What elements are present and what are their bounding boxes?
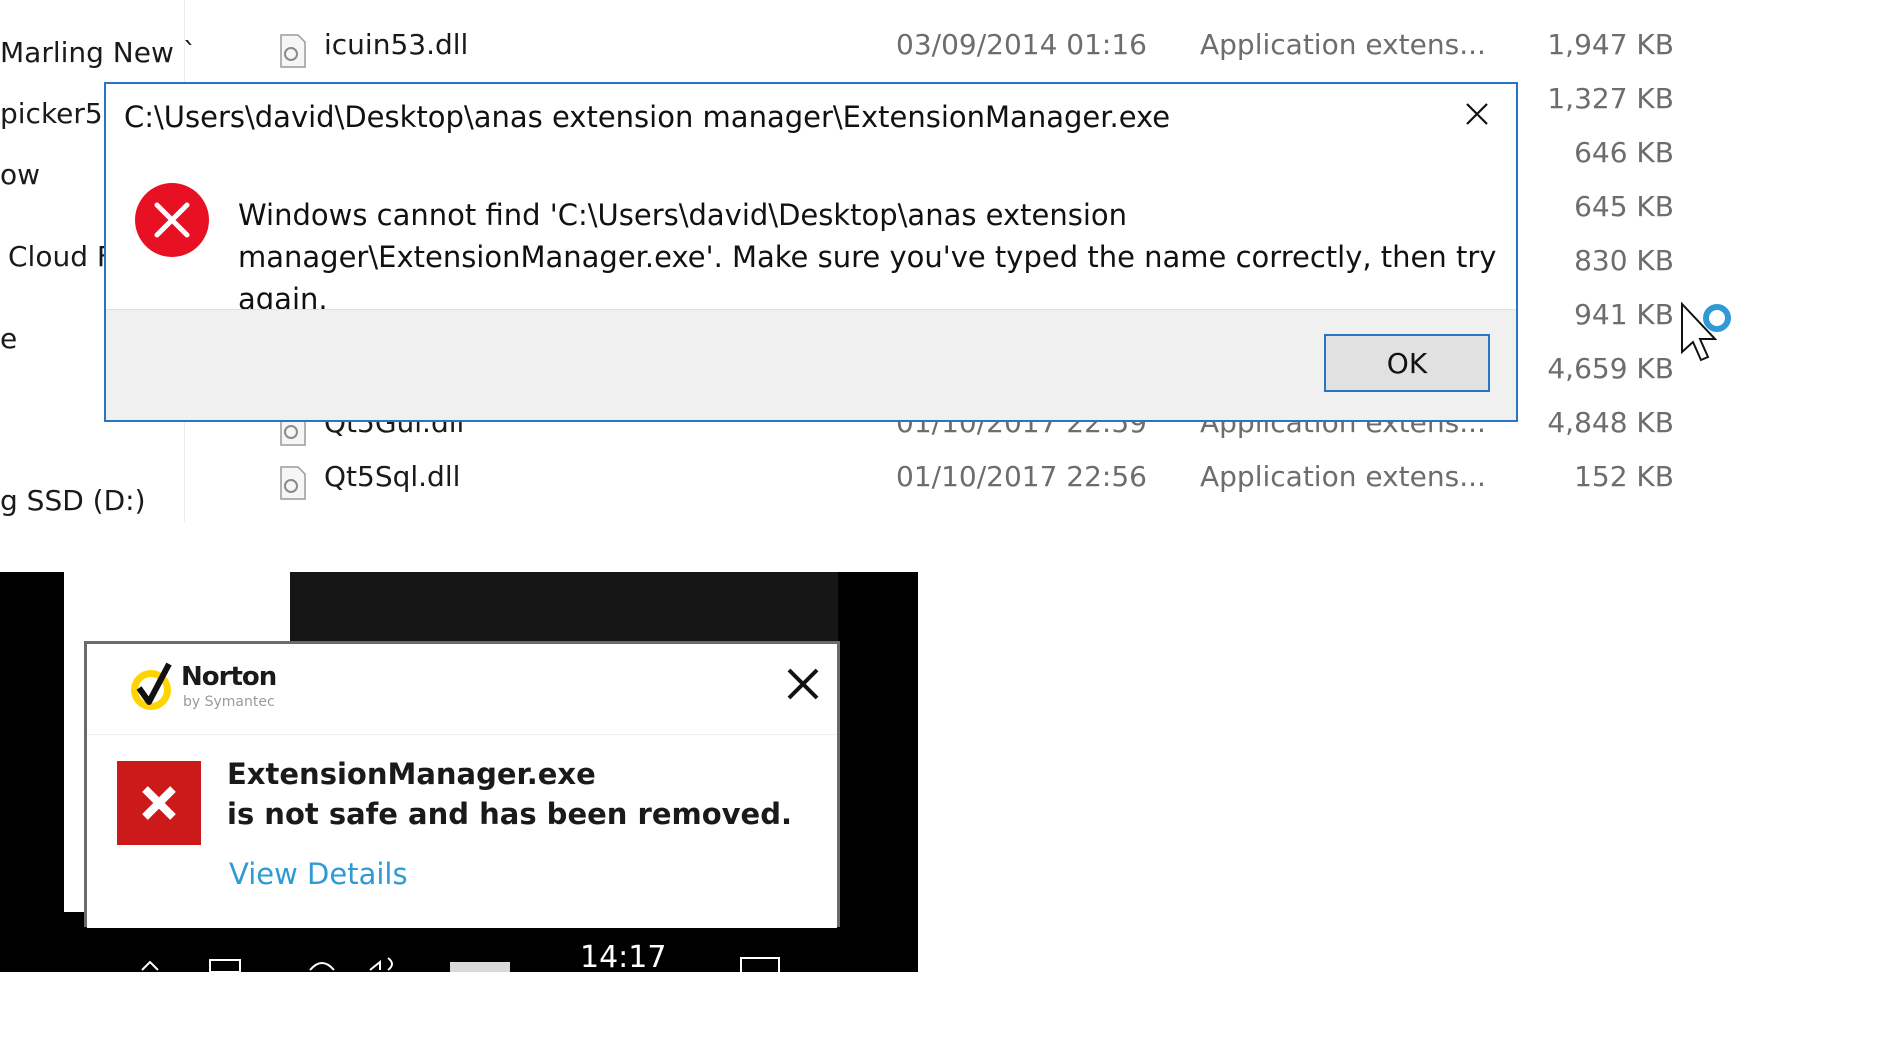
- file-size: 830 KB: [1574, 244, 1674, 277]
- file-size: 941 KB: [1574, 298, 1674, 331]
- system-tray-icons[interactable]: [130, 952, 550, 972]
- dialog-message-line: Windows cannot find 'C:\Users\david\Desk…: [238, 198, 1128, 232]
- window-fragment: [290, 572, 838, 642]
- view-details-link[interactable]: View Details: [229, 857, 408, 891]
- file-date: 01/10/2017 22:56: [896, 460, 1147, 493]
- file-size: 646 KB: [1574, 136, 1674, 169]
- file-size: 4,659 KB: [1547, 352, 1674, 385]
- ok-button[interactable]: OK: [1324, 334, 1490, 392]
- file-size: 1,947 KB: [1547, 28, 1674, 61]
- action-center-icon[interactable]: [740, 956, 780, 972]
- close-icon[interactable]: [783, 664, 823, 704]
- file-type: Application extens...: [1200, 28, 1486, 61]
- dialog-message: Windows cannot find 'C:\Users\david\Desk…: [238, 194, 1498, 320]
- taskbar-clock[interactable]: 14:17: [580, 940, 666, 972]
- norton-sub-brand: by Symantec: [183, 694, 275, 710]
- dll-file-icon: [280, 466, 306, 500]
- norton-notification: Norton by Symantec ExtensionManager.exe …: [84, 641, 840, 928]
- threat-removed-icon: [117, 761, 201, 845]
- close-icon[interactable]: [1452, 94, 1502, 136]
- file-date: 03/09/2014 01:16: [896, 28, 1147, 61]
- dialog-title: C:\Users\david\Desktop\anas extension ma…: [124, 100, 1171, 134]
- file-size: 645 KB: [1574, 190, 1674, 223]
- file-row[interactable]: icuin53.dll 03/09/2014 01:16 Application…: [0, 28, 1896, 82]
- dialog-footer: OK: [106, 309, 1516, 420]
- file-type: Application extens...: [1200, 460, 1486, 493]
- norton-body: ExtensionManager.exe is not safe and has…: [87, 734, 837, 928]
- file-name: Qt5Sql.dll: [324, 460, 461, 493]
- norton-header: Norton by Symantec: [87, 644, 837, 734]
- error-icon: [135, 183, 209, 257]
- error-dialog: C:\Users\david\Desktop\anas extension ma…: [104, 82, 1518, 422]
- threat-status: is not safe and has been removed.: [227, 797, 792, 831]
- dll-file-icon: [280, 34, 306, 68]
- busy-cursor-icon: [1681, 302, 1731, 362]
- file-name: icuin53.dll: [324, 28, 469, 61]
- threat-file-name: ExtensionManager.exe: [227, 757, 596, 791]
- dialog-message-line: manager\ExtensionManager.exe'. Make sure…: [238, 240, 1497, 316]
- file-size: 4,848 KB: [1547, 406, 1674, 439]
- file-size: 152 KB: [1574, 460, 1674, 493]
- norton-brand: Norton: [181, 662, 277, 692]
- file-size: 1,327 KB: [1547, 82, 1674, 115]
- file-row[interactable]: Qt5Sql.dll 01/10/2017 22:56 Application …: [0, 460, 1896, 514]
